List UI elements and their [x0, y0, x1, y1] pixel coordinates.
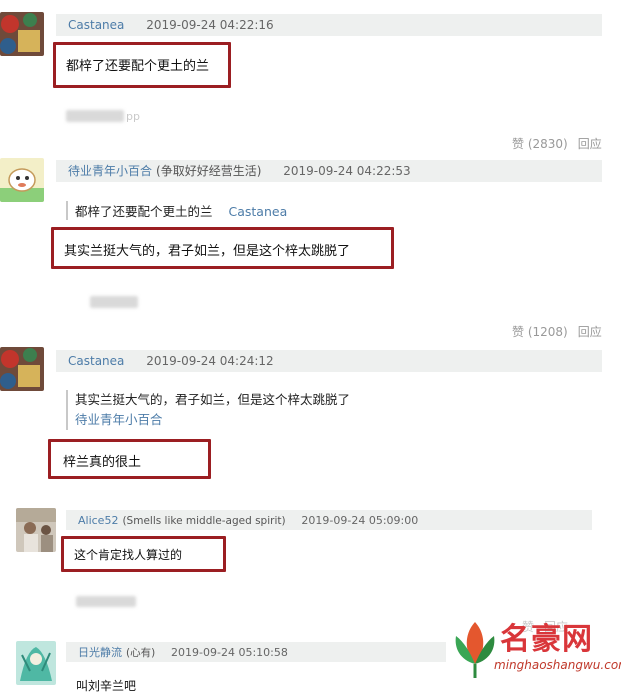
- timestamp: 2019-09-24 05:10:58: [171, 646, 288, 659]
- comment-text: 这个肯定找人算过的: [74, 548, 183, 562]
- blurred-device-info: [76, 596, 136, 607]
- reply-button[interactable]: 回应: [578, 325, 602, 339]
- like-button[interactable]: 赞 (2830): [512, 137, 568, 151]
- watermark-logo-icon: [455, 622, 495, 678]
- blurred-device-info: [66, 110, 124, 122]
- user-tagline: (争取好好经营生活): [156, 164, 262, 178]
- comment-actions: 赞 (1208) 回应: [512, 323, 602, 340]
- reply-button[interactable]: 回应: [578, 137, 602, 151]
- comment-text: 其实兰挺大气的，君子如兰，但是这个梓太跳脱了: [64, 244, 351, 259]
- avatar-castanea[interactable]: [0, 347, 44, 391]
- user-tagline: (心有): [126, 647, 156, 659]
- device-suffix: pp: [126, 110, 140, 123]
- comment-header: Castanea 2019-09-24 04:22:16: [56, 14, 602, 36]
- quoted-comment: 其实兰挺大气的，君子如兰，但是这个梓太跳脱了 待业青年小百合: [66, 390, 350, 430]
- comment-header: 待业青年小百合 (争取好好经营生活) 2019-09-24 04:22:53: [56, 160, 602, 182]
- username[interactable]: Castanea: [68, 354, 124, 368]
- username[interactable]: 日光静流: [78, 646, 122, 659]
- comment-text: 叫刘辛兰吧: [76, 679, 137, 693]
- quoted-text: 都梓了还要配个更土的兰: [75, 204, 213, 219]
- timestamp: 2019-09-24 04:24:12: [146, 354, 274, 368]
- timestamp: 2019-09-24 04:22:16: [146, 18, 274, 32]
- username[interactable]: Castanea: [68, 18, 124, 32]
- watermark: 名豪网 minghaoshangwu.com: [450, 612, 621, 684]
- avatar-castanea[interactable]: [0, 12, 44, 56]
- watermark-brand: 名豪网: [500, 622, 593, 657]
- blurred-device-info: [90, 296, 138, 308]
- avatar-riguangjingliu[interactable]: [16, 641, 56, 685]
- quoted-comment: 都梓了还要配个更土的兰 Castanea: [66, 201, 287, 220]
- quoted-text: 其实兰挺大气的，君子如兰，但是这个梓太跳脱了: [75, 392, 351, 407]
- quoted-author[interactable]: Castanea: [229, 204, 288, 219]
- like-button[interactable]: 赞 (1208): [512, 325, 568, 339]
- user-tagline: (Smells like middle-aged spirit): [122, 515, 286, 527]
- comment-header: 日光静流 (心有) 2019-09-24 05:10:58: [66, 642, 446, 662]
- timestamp: 2019-09-24 04:22:53: [283, 164, 411, 178]
- comment-actions: 赞 (2830) 回应: [512, 135, 602, 152]
- avatar-xiaobaihe[interactable]: [0, 158, 44, 202]
- comment-text: 都梓了还要配个更土的兰: [66, 59, 210, 74]
- avatar-alice52[interactable]: [16, 508, 56, 552]
- username[interactable]: Alice52: [78, 514, 118, 527]
- comment-header: Alice52 (Smells like middle-aged spirit) …: [66, 510, 592, 530]
- comment-text: 梓兰真的很土: [63, 455, 142, 470]
- username[interactable]: 待业青年小百合: [68, 164, 152, 178]
- comment-header: Castanea 2019-09-24 04:24:12: [56, 350, 602, 372]
- quoted-author[interactable]: 待业青年小百合: [75, 410, 350, 430]
- timestamp: 2019-09-24 05:09:00: [301, 514, 419, 527]
- watermark-url: minghaoshangwu.com: [494, 658, 621, 672]
